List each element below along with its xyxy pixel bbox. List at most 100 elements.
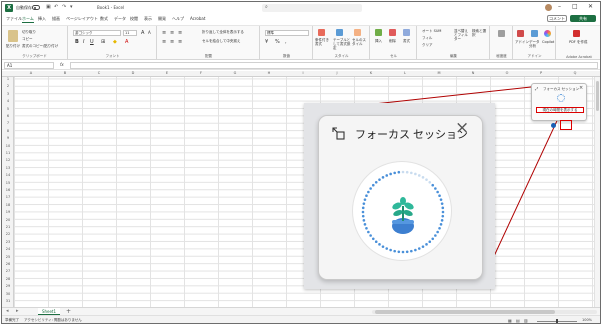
accessibility-status[interactable]: アクセシビリティ: 問題はありません [24, 318, 82, 323]
row-header[interactable]: 31 [2, 299, 14, 303]
zoom-level[interactable]: 100% [582, 318, 592, 322]
close-window-icon[interactable]: ✕ [588, 3, 593, 10]
minimize-icon[interactable]: – [558, 3, 561, 10]
format-painter-button[interactable]: 書式のコピー/貼り付け [22, 44, 58, 49]
row-header[interactable]: 12 [2, 158, 14, 162]
next-sheet-icon[interactable]: ▸ [16, 308, 19, 314]
row-header[interactable]: 21 [2, 225, 14, 229]
row-header[interactable]: 6 [2, 114, 14, 118]
column-header[interactable]: M [422, 71, 456, 75]
panel-close-icon[interactable]: × [455, 120, 469, 137]
horizontal-scrollbar[interactable] [372, 310, 597, 314]
borders-icon[interactable]: ⊞ [101, 39, 105, 45]
row-header[interactable]: 8 [2, 129, 14, 133]
formula-input[interactable] [70, 62, 598, 69]
row-header[interactable]: 22 [2, 232, 14, 236]
insert-function-icon[interactable]: fx [60, 62, 64, 67]
conditional-format-button[interactable]: 条件付き書式 [315, 38, 331, 46]
paste-icon[interactable] [8, 30, 18, 42]
bold-icon[interactable]: B [75, 39, 79, 45]
tab-insert[interactable]: 挿入 [38, 16, 46, 22]
sheet-tab[interactable]: Sheet1 [38, 308, 60, 315]
align-left-icon[interactable]: ≡ [162, 39, 166, 45]
column-header[interactable]: P [524, 71, 558, 75]
row-header[interactable]: 19 [2, 210, 14, 214]
maximize-icon[interactable]: □ [572, 3, 578, 10]
copilot-button[interactable]: Copilot [542, 40, 554, 44]
grow-font-icon[interactable]: A [141, 30, 144, 36]
share-button[interactable]: 共有 [570, 15, 596, 22]
font-size-select[interactable]: 11 [123, 30, 137, 36]
row-header[interactable]: 23 [2, 240, 14, 244]
conditional-format-icon[interactable] [318, 29, 325, 36]
align-top-icon[interactable]: ≡ [162, 30, 166, 36]
format-table-icon[interactable] [336, 29, 343, 36]
format-cells-icon[interactable] [403, 29, 410, 36]
format-table-button[interactable]: テーブルとして書式設定 [333, 38, 351, 50]
row-header[interactable]: 2 [2, 84, 14, 88]
search-input[interactable]: ⌕ [262, 4, 362, 12]
row-header[interactable]: 10 [2, 144, 14, 148]
row-header[interactable]: 5 [2, 107, 14, 111]
column-header[interactable]: C [82, 71, 116, 75]
row-header[interactable]: 28 [2, 277, 14, 281]
restore-window-icon[interactable] [332, 127, 345, 140]
tab-review[interactable]: 校閲 [130, 16, 138, 22]
undo-icon[interactable]: ↶ [54, 4, 58, 10]
zoom-slider-knob[interactable] [556, 319, 558, 323]
tab-developer[interactable]: 開発 [158, 16, 166, 22]
column-header[interactable]: N [456, 71, 490, 75]
row-header[interactable]: 9 [2, 136, 14, 140]
create-pdf-button[interactable]: PDF を作成 [569, 40, 589, 44]
column-header[interactable]: G [218, 71, 252, 75]
save-icon[interactable]: ▣ [46, 4, 51, 10]
column-header[interactable]: L [388, 71, 422, 75]
shrink-font-icon[interactable]: A [148, 30, 151, 35]
column-header[interactable]: I [286, 71, 320, 75]
add-sheet-button[interactable]: + [66, 308, 71, 315]
column-header[interactable]: E [150, 71, 184, 75]
insert-cells-button[interactable]: 挿入 [375, 39, 382, 44]
row-header[interactable]: 29 [2, 284, 14, 288]
cell-styles-icon[interactable] [354, 29, 361, 36]
column-header[interactable]: Q [558, 71, 592, 75]
redo-icon[interactable]: ↷ [62, 4, 66, 10]
row-header[interactable]: 26 [2, 262, 14, 266]
tab-help[interactable]: ヘルプ [172, 16, 184, 22]
tab-data[interactable]: データ [114, 16, 126, 22]
row-header[interactable]: 17 [2, 195, 14, 199]
tab-view[interactable]: 表示 [144, 16, 152, 22]
align-right-icon[interactable]: ≡ [178, 39, 182, 45]
wrap-text-button[interactable]: 折り返して全体を表示する [202, 30, 244, 35]
cut-button[interactable]: 切り取り [22, 30, 36, 35]
tab-file[interactable]: ファイル [6, 16, 22, 22]
page-break-view-icon[interactable]: ▥ [524, 318, 528, 323]
accounting-icon[interactable]: ¥ [265, 39, 268, 45]
comma-icon[interactable]: , [285, 39, 287, 45]
name-box[interactable]: A1 [4, 62, 54, 69]
delete-cells-button[interactable]: 削除 [389, 39, 396, 44]
vertical-scroll-thumb[interactable] [596, 81, 599, 111]
mini-start-button[interactable] [551, 123, 556, 128]
paste-button[interactable]: 貼り付け [6, 44, 20, 49]
column-header[interactable]: D [116, 71, 150, 75]
row-header[interactable]: 11 [2, 151, 14, 155]
row-header[interactable]: 3 [2, 92, 14, 96]
align-middle-icon[interactable]: ≡ [170, 30, 174, 36]
column-header[interactable]: F [184, 71, 218, 75]
row-header[interactable]: 27 [2, 269, 14, 273]
row-header[interactable]: 1 [2, 77, 14, 81]
row-header[interactable]: 20 [2, 218, 14, 222]
fill-button[interactable]: フィル [422, 36, 432, 41]
fill-color-icon[interactable]: ◆ [113, 39, 117, 45]
row-header[interactable]: 7 [2, 121, 14, 125]
row-header[interactable]: 30 [2, 292, 14, 296]
row-header[interactable]: 24 [2, 247, 14, 251]
horizontal-scroll-thumb[interactable] [375, 310, 555, 314]
font-color-icon[interactable]: A [125, 39, 128, 45]
page-layout-view-icon[interactable]: ▤ [516, 318, 520, 323]
copy-button[interactable]: コピー [22, 37, 33, 42]
align-bottom-icon[interactable]: ≡ [178, 30, 182, 36]
row-header[interactable]: 14 [2, 173, 14, 177]
row-header[interactable]: 16 [2, 188, 14, 192]
